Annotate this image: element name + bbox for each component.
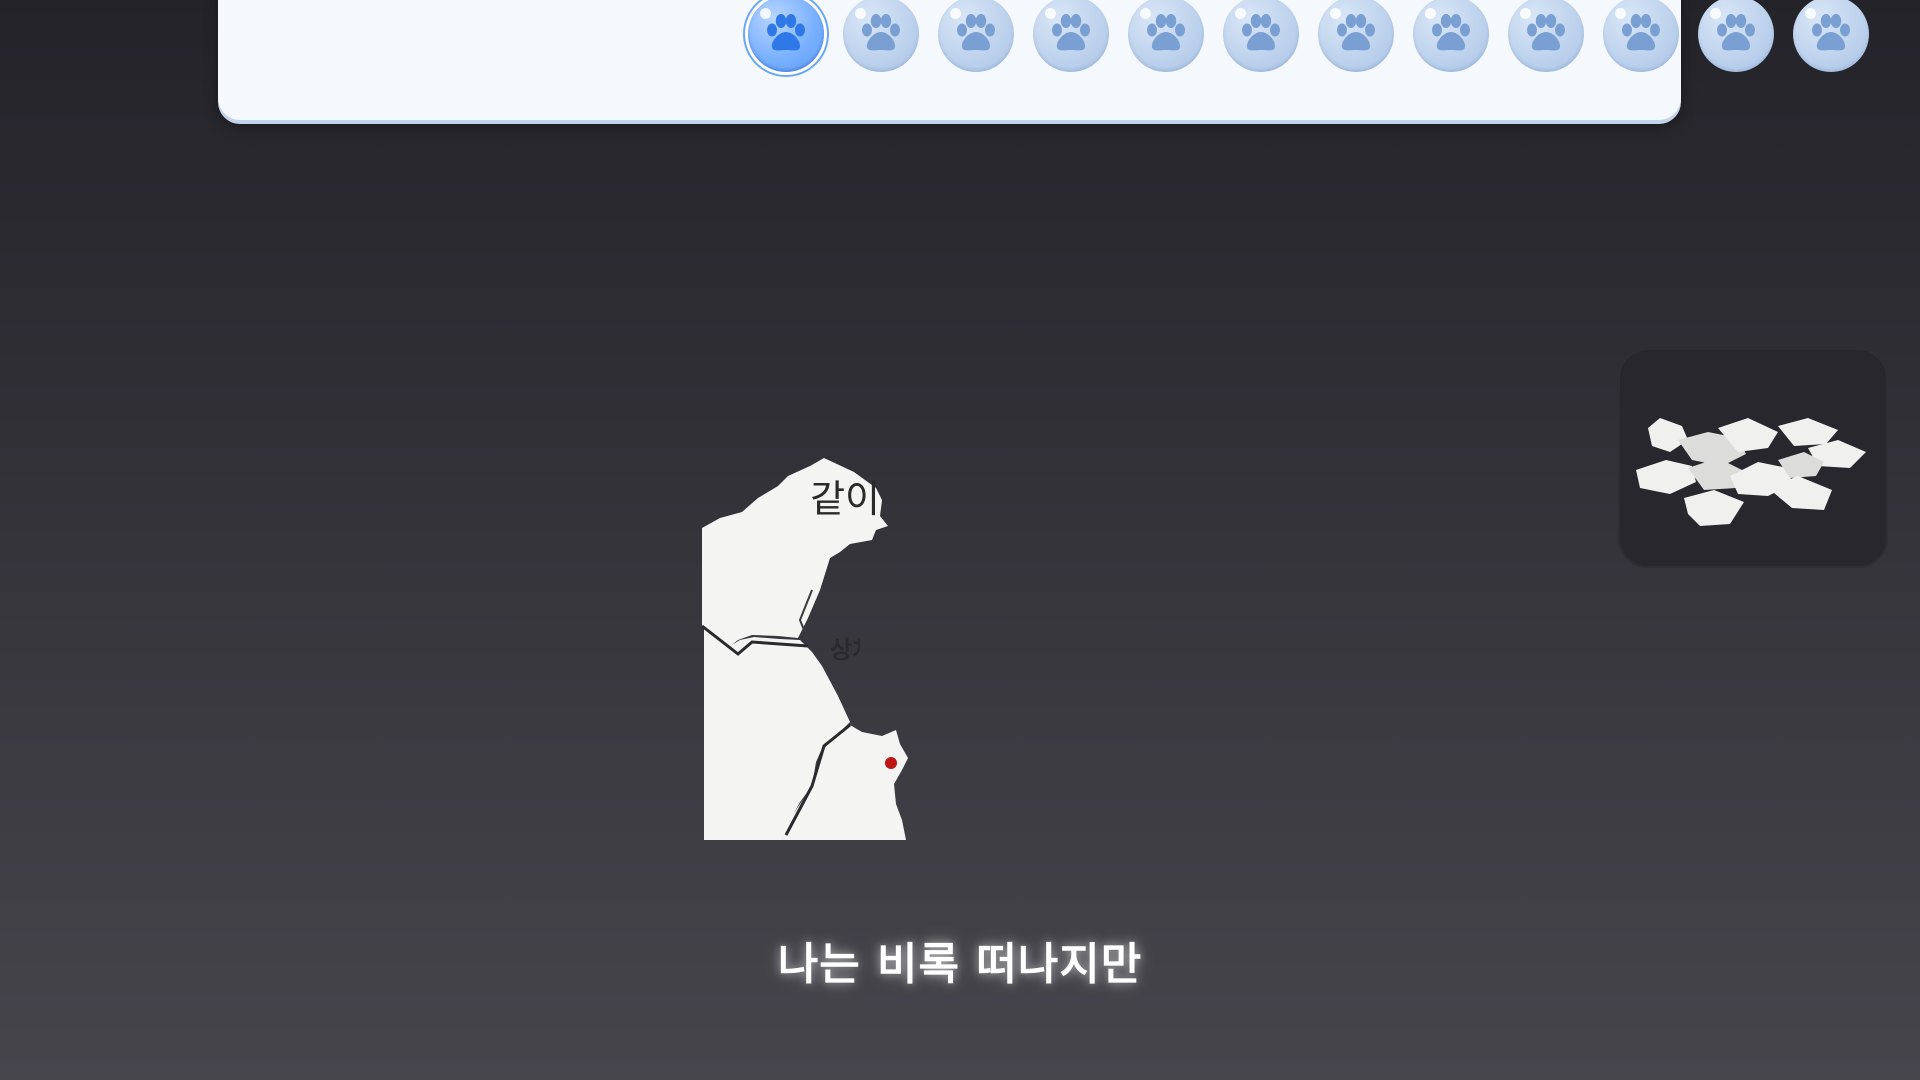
paw-icon xyxy=(1337,14,1375,51)
paw-icon xyxy=(1717,14,1755,51)
paw-icon xyxy=(767,14,805,51)
paw-icon xyxy=(1527,14,1565,51)
scrap-piece[interactable] xyxy=(1636,460,1696,494)
chapter-button-3[interactable] xyxy=(938,0,1014,72)
paw-icon xyxy=(1432,14,1470,51)
chapter-button-1[interactable] xyxy=(748,0,824,72)
chapter-button-2[interactable] xyxy=(843,0,919,72)
chapter-button-8[interactable] xyxy=(1413,0,1489,72)
paw-icon xyxy=(1812,14,1850,51)
scrap-piece[interactable] xyxy=(1778,418,1838,446)
paw-icon xyxy=(862,14,900,51)
chapter-button-10[interactable] xyxy=(1603,0,1679,72)
paw-icon xyxy=(1622,14,1660,51)
paw-icon xyxy=(1052,14,1090,51)
chapter-button-9[interactable] xyxy=(1508,0,1584,72)
chapter-list xyxy=(748,0,1869,72)
chapter-button-5[interactable] xyxy=(1128,0,1204,72)
chapter-button-4[interactable] xyxy=(1033,0,1109,72)
puzzle-canvas: 같이 상처 xyxy=(701,458,908,840)
scrap-piece[interactable] xyxy=(1648,418,1688,452)
chapter-button-11[interactable] xyxy=(1698,0,1774,72)
paw-icon xyxy=(1242,14,1280,51)
subtitle-text: 나는 비록 떠나지만 xyxy=(777,939,1143,990)
chapter-button-6[interactable] xyxy=(1223,0,1299,72)
chapter-button-7[interactable] xyxy=(1318,0,1394,72)
chapter-bar xyxy=(218,0,1869,120)
piece-text-wound: 상처 xyxy=(830,636,874,664)
tray-scraps xyxy=(1636,418,1866,526)
pieces-tray[interactable] xyxy=(1618,348,1888,568)
paper-puzzle[interactable]: 같이 상처 xyxy=(690,440,1010,850)
piece-text-together: 같이 xyxy=(810,477,880,521)
chapter-button-12[interactable] xyxy=(1793,0,1869,72)
paw-icon xyxy=(957,14,995,51)
red-marker-dot xyxy=(885,757,897,769)
piece-text-wound-clip: 상처 xyxy=(830,636,874,664)
scrap-piece[interactable] xyxy=(1684,490,1744,526)
paw-icon xyxy=(1147,14,1185,51)
